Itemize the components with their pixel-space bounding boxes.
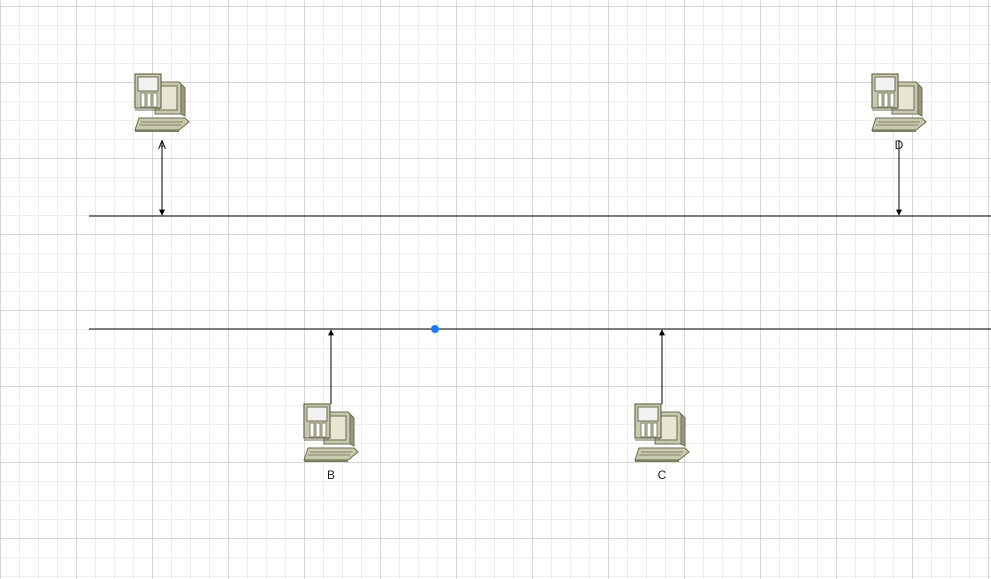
node-label-a: A <box>157 138 167 152</box>
node-label-b: B <box>326 468 336 482</box>
desktop-computer-icon[interactable] <box>134 73 190 132</box>
desktop-computer-icon[interactable] <box>303 403 359 462</box>
selection-handle[interactable] <box>431 325 439 333</box>
diagram-canvas[interactable] <box>0 0 991 579</box>
desktop-computer-icon[interactable] <box>871 73 927 132</box>
desktop-computer-icon[interactable] <box>634 403 690 462</box>
node-label-c: C <box>657 468 667 482</box>
node-label-d: D <box>894 138 904 152</box>
